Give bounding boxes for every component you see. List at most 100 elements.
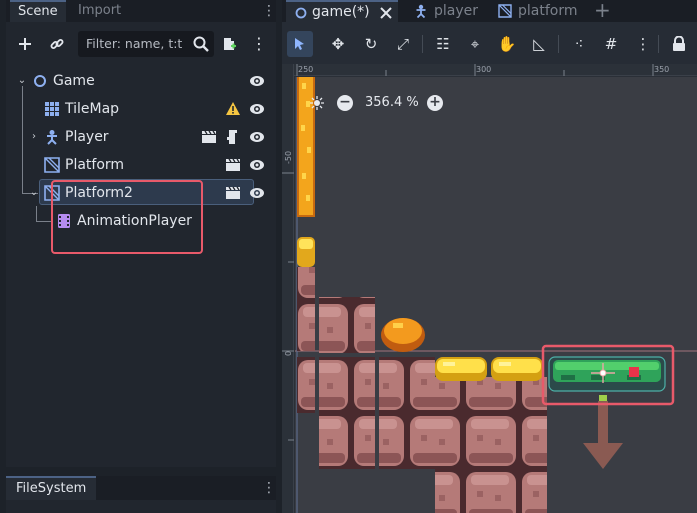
filter-input[interactable]: Filter: name, t:t	[78, 31, 214, 57]
open-scene-clapper-icon[interactable]	[225, 185, 241, 201]
coin-platform	[435, 357, 487, 381]
pivot-mode-icon[interactable]: ⌖	[462, 31, 488, 57]
dirt-block	[435, 413, 491, 469]
zoom-level[interactable]: 356.4 %	[365, 93, 419, 113]
tab-player-label: player	[434, 3, 479, 19]
attach-script-icon[interactable]	[218, 30, 240, 58]
dirt-block	[491, 469, 547, 513]
platform2-sprite[interactable]	[548, 356, 666, 392]
toolbar-separator	[558, 35, 559, 53]
viewport-container: 250 300 350 -50 0 − 356.4 % +	[282, 64, 697, 513]
tree-row-label: Platform	[65, 157, 125, 173]
dirt-block	[379, 413, 435, 469]
chevron-down-icon[interactable]: ⌄	[28, 179, 40, 207]
tab-game[interactable]: game(*)	[286, 0, 398, 22]
node2d-circle-icon	[295, 7, 307, 19]
dirt-block	[297, 357, 315, 413]
rotate-mode-icon[interactable]: ↻	[358, 31, 384, 57]
dirt-block	[319, 413, 375, 469]
scene-tree-menu-icon[interactable]: ⋮	[248, 30, 270, 58]
left-dock: Scene Import ⋮ Filter: name, t:t ⋮ ⌄ Gam…	[0, 0, 282, 513]
move-mode-icon[interactable]: ✥	[325, 31, 351, 57]
tree-row-tilemap[interactable]: TileMap	[6, 95, 276, 123]
toolbar-separator	[658, 35, 659, 53]
visibility-eye-icon[interactable]	[249, 157, 265, 173]
filesystem-panel	[6, 500, 276, 513]
tab-game-label: game(*)	[312, 4, 370, 20]
dirt-block	[297, 267, 315, 351]
scale-mode-icon[interactable]: ⤢	[390, 31, 416, 57]
canvas-viewport[interactable]: − 356.4 % +	[295, 77, 697, 513]
grid-snap-icon[interactable]: #	[598, 31, 624, 57]
ruler-left: -50 0	[282, 64, 294, 513]
dirt-block	[379, 357, 435, 413]
scene-tabs: game(*) player platform +	[282, 0, 697, 22]
dirt-block	[435, 469, 491, 513]
script-icon[interactable]	[225, 129, 241, 145]
level-canvas[interactable]	[295, 77, 697, 513]
coin-tile-shine	[299, 239, 313, 249]
visibility-eye-icon[interactable]	[249, 185, 265, 201]
scale-handle[interactable]	[629, 367, 639, 377]
visibility-eye-icon[interactable]	[249, 129, 265, 145]
pivot-point[interactable]	[599, 369, 607, 377]
instance-link-icon[interactable]	[46, 30, 68, 58]
filter-placeholder: Filter: name, t:t	[86, 36, 183, 51]
scene-toolbar: Filter: name, t:t ⋮	[6, 30, 276, 58]
snap-options-menu-icon[interactable]: ⋮	[630, 31, 656, 57]
ruler-top: 250 300 350	[282, 64, 697, 76]
tree-row-game[interactable]: ⌄ Game	[6, 67, 276, 95]
zoom-in-button[interactable]: +	[427, 95, 443, 111]
filesystem-menu-icon[interactable]: ⋮	[262, 479, 276, 497]
tab-import[interactable]: Import	[70, 0, 129, 22]
open-scene-clapper-icon[interactable]	[225, 157, 241, 173]
open-scene-clapper-icon[interactable]	[201, 129, 217, 145]
annotation-highlight-box	[51, 180, 203, 254]
search-icon	[193, 36, 209, 52]
tab-player[interactable]: player	[406, 0, 492, 22]
tree-row-platform[interactable]: Platform	[6, 151, 276, 179]
canvas-toolbar: ✥ ↻ ⤢ ☷ ⌖ ✋ ◺ ⁖ # ⋮	[282, 22, 697, 64]
add-tab-icon[interactable]: +	[594, 0, 616, 22]
tilemap-grid-icon	[45, 102, 59, 116]
select-mode-icon[interactable]	[287, 31, 313, 57]
character-body-icon	[416, 4, 426, 18]
filesystem-dock-tabs: FileSystem ⋮	[6, 476, 276, 500]
scene-dock-menu-icon[interactable]: ⋮	[262, 2, 276, 20]
visibility-eye-icon[interactable]	[249, 101, 265, 117]
tab-scene[interactable]: Scene	[10, 0, 66, 22]
chevron-down-icon[interactable]: ⌄	[16, 67, 28, 95]
tree-row-label: TileMap	[65, 101, 120, 117]
tab-filesystem[interactable]: FileSystem	[6, 476, 97, 500]
ruler-top-ticks	[296, 64, 654, 76]
scene-editor: game(*) player platform + ✥ ↻ ⤢ ☷ ⌖ ✋ ◺ …	[282, 0, 697, 513]
character-body-icon	[47, 130, 57, 145]
scene-dock-tabs: Scene Import ⋮	[6, 0, 276, 22]
packed-scene-icon	[498, 4, 512, 18]
smart-snap-icon[interactable]: ⁖	[566, 31, 592, 57]
lock-icon[interactable]	[666, 31, 692, 57]
godot-editor-window: Scene Import ⋮ Filter: name, t:t ⋮ ⌄ Gam…	[0, 0, 697, 513]
dirt-block	[319, 297, 375, 353]
camera-override-icon[interactable]	[309, 95, 325, 111]
visibility-eye-icon[interactable]	[249, 73, 265, 89]
ruler-mode-icon[interactable]: ◺	[526, 31, 552, 57]
zoom-out-button[interactable]: −	[337, 95, 353, 111]
toolbar-separator	[422, 35, 423, 53]
move-gizmo-arrow[interactable]	[583, 401, 623, 469]
ruler-left-ticks	[282, 172, 294, 441]
close-icon[interactable]	[380, 7, 392, 19]
coin-tile	[381, 318, 425, 352]
coin-platform	[491, 357, 543, 381]
add-node-icon[interactable]	[14, 30, 36, 58]
chevron-right-icon[interactable]: ›	[28, 123, 40, 151]
packed-scene-icon	[44, 157, 60, 173]
tree-row-player[interactable]: › Player	[6, 123, 276, 151]
warning-icon[interactable]	[225, 101, 241, 117]
dirt-block	[491, 413, 547, 469]
tab-platform[interactable]: platform	[490, 0, 590, 22]
list-select-icon[interactable]: ☷	[430, 31, 456, 57]
tree-row-label: Player	[65, 129, 109, 145]
pan-mode-icon[interactable]: ✋	[494, 31, 520, 57]
tab-platform-label: platform	[518, 3, 578, 19]
